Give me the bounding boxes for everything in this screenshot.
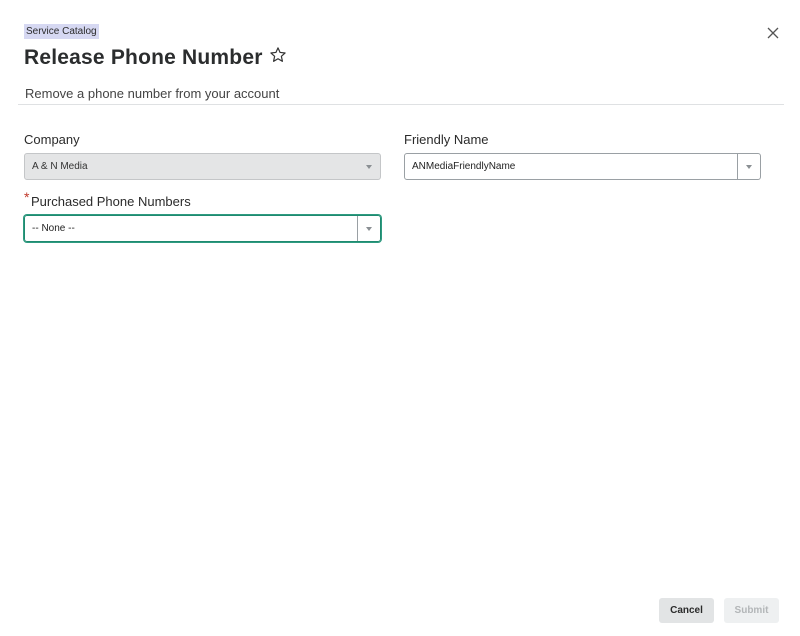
company-label: Company	[24, 132, 80, 147]
friendly-name-select[interactable]: ANMediaFriendlyName	[404, 153, 761, 180]
purchased-numbers-select[interactable]: -- None --	[24, 215, 381, 242]
purchased-numbers-label: * Purchased Phone Numbers	[24, 189, 191, 209]
page-subtitle: Remove a phone number from your account	[25, 86, 280, 101]
purchased-numbers-label-text: Purchased Phone Numbers	[31, 194, 191, 209]
cancel-button[interactable]: Cancel	[659, 598, 714, 623]
breadcrumb[interactable]: Service Catalog	[24, 24, 99, 39]
company-select: A & N Media	[24, 153, 381, 180]
company-value: A & N Media	[32, 161, 88, 172]
friendly-name-value: ANMediaFriendlyName	[412, 161, 516, 172]
submit-button[interactable]: Submit	[724, 598, 779, 623]
close-icon[interactable]	[766, 26, 780, 40]
page-title: Release Phone Number	[24, 46, 263, 69]
star-outline-icon[interactable]	[269, 46, 287, 64]
header-divider	[18, 104, 784, 105]
chevron-down-icon	[366, 226, 372, 231]
release-phone-number-dialog: Service Catalog Release Phone Number Rem…	[0, 0, 800, 636]
chevron-down-icon	[746, 164, 752, 169]
friendly-name-label: Friendly Name	[404, 132, 489, 147]
required-indicator: *	[24, 189, 30, 205]
friendly-name-dropdown-button[interactable]	[737, 154, 760, 179]
purchased-numbers-dropdown-button[interactable]	[357, 216, 380, 241]
chevron-down-icon	[366, 154, 372, 179]
purchased-numbers-value: -- None --	[32, 223, 75, 234]
title-row: Release Phone Number	[24, 46, 287, 70]
